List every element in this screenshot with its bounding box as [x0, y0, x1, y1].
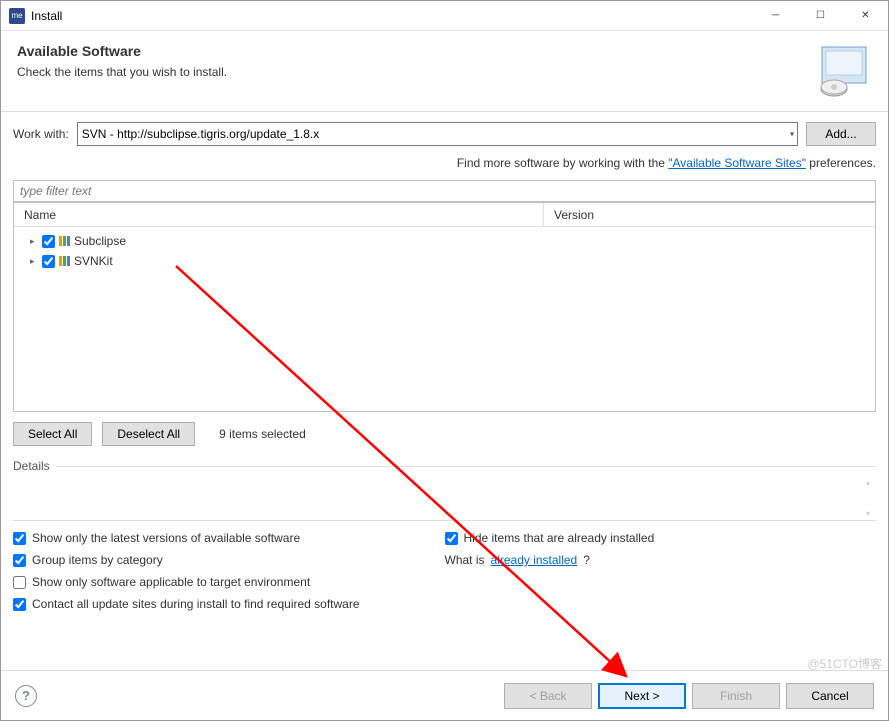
category-icon — [59, 256, 70, 266]
select-all-button[interactable]: Select All — [13, 422, 92, 446]
selected-count: 9 items selected — [219, 427, 306, 441]
tree-item-subclipse[interactable]: ▸ Subclipse — [14, 231, 875, 251]
details-area: ▴▾ — [13, 476, 876, 520]
opt-latest[interactable]: Show only the latest versions of availab… — [13, 531, 445, 545]
checkbox-subclipse[interactable] — [42, 235, 55, 248]
checkbox-latest[interactable] — [13, 532, 26, 545]
column-name[interactable]: Name — [14, 203, 544, 226]
wizard-footer: ? < Back Next > Finish Cancel — [1, 670, 888, 720]
finish-button[interactable]: Finish — [692, 683, 780, 709]
expand-icon[interactable]: ▸ — [30, 256, 40, 267]
deselect-all-button[interactable]: Deselect All — [102, 422, 195, 446]
opt-applicable[interactable]: Show only software applicable to target … — [13, 575, 445, 589]
tree-item-svnkit[interactable]: ▸ SVNKit — [14, 251, 875, 271]
minimize-button[interactable]: ─ — [753, 1, 798, 30]
tree-header: Name Version — [14, 203, 875, 227]
already-installed-link[interactable]: already installed — [491, 553, 578, 567]
install-icon — [816, 43, 872, 99]
wizard-header: Available Software Check the items that … — [1, 31, 888, 112]
help-icon[interactable]: ? — [15, 685, 37, 707]
checkbox-group[interactable] — [13, 554, 26, 567]
tree-item-label: Subclipse — [74, 234, 126, 248]
page-subtitle: Check the items that you wish to install… — [17, 65, 816, 79]
maximize-button[interactable]: ☐ — [798, 1, 843, 30]
details-label: Details — [13, 456, 876, 476]
window-title: Install — [31, 9, 753, 23]
software-tree[interactable]: Name Version ▸ Subclipse ▸ SVNKit — [13, 202, 876, 412]
opt-contact[interactable]: Contact all update sites during install … — [13, 597, 876, 611]
tree-item-label: SVNKit — [74, 254, 113, 268]
work-with-combo[interactable] — [77, 122, 798, 146]
app-icon: me — [9, 8, 25, 24]
back-button[interactable]: < Back — [504, 683, 592, 709]
checkbox-hide[interactable] — [445, 532, 458, 545]
column-version[interactable]: Version — [544, 203, 875, 226]
work-with-row: Work with: ▾ Add... — [13, 122, 876, 146]
checkbox-applicable[interactable] — [13, 576, 26, 589]
titlebar: me Install ─ ☐ ✕ — [1, 1, 888, 31]
add-button[interactable]: Add... — [806, 122, 876, 146]
available-sites-link[interactable]: "Available Software Sites" — [668, 156, 806, 170]
whatis-row: What is already installed? — [445, 553, 877, 567]
close-button[interactable]: ✕ — [843, 1, 888, 30]
category-icon — [59, 236, 70, 246]
next-button[interactable]: Next > — [598, 683, 686, 709]
details-scroll-icon: ▴▾ — [860, 476, 876, 520]
cancel-button[interactable]: Cancel — [786, 683, 874, 709]
work-with-label: Work with: — [13, 127, 69, 141]
sites-hint: Find more software by working with the "… — [13, 150, 876, 180]
opt-hide[interactable]: Hide items that are already installed — [445, 531, 877, 545]
checkbox-svnkit[interactable] — [42, 255, 55, 268]
filter-input[interactable] — [13, 180, 876, 202]
window-controls: ─ ☐ ✕ — [753, 1, 888, 30]
opt-group[interactable]: Group items by category — [13, 553, 445, 567]
checkbox-contact[interactable] — [13, 598, 26, 611]
page-title: Available Software — [17, 43, 816, 59]
expand-icon[interactable]: ▸ — [30, 236, 40, 247]
